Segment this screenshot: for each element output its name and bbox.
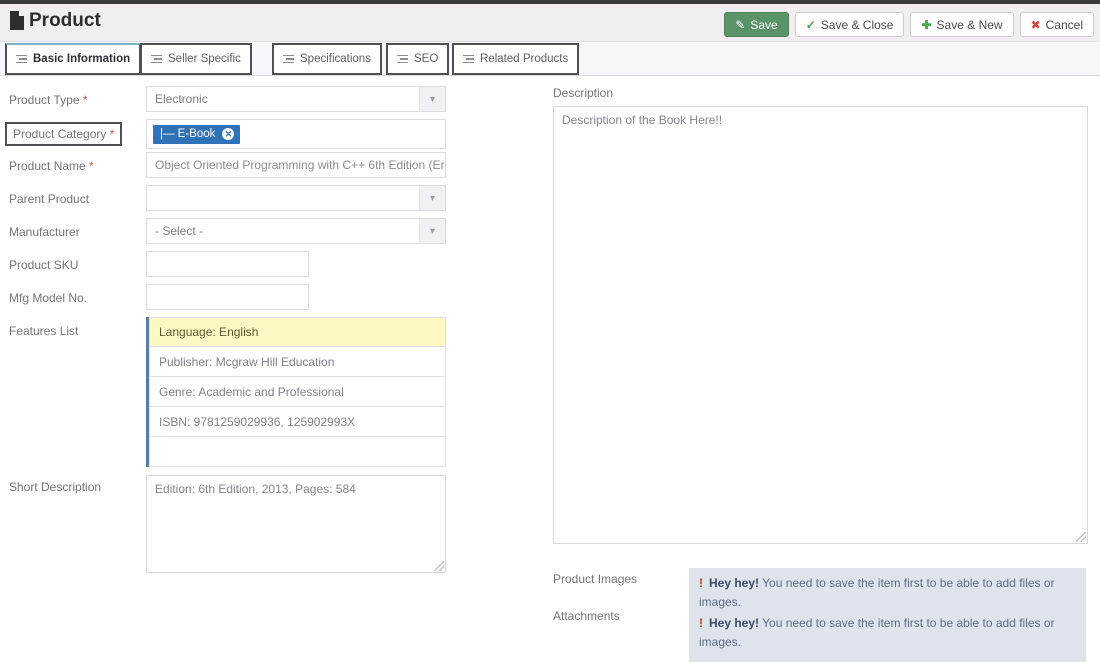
mfg-model-no-label: Mfg Model No. (9, 291, 88, 305)
field-parent-product: Parent Product ▾ (0, 185, 540, 218)
field-product-type: Product Type * Electronic ▾ (0, 86, 540, 119)
short-description-value: Edition: 6th Edition, 2013, Pages: 584 (155, 482, 356, 496)
description-value: Description of the Book Here!! (562, 113, 723, 127)
description-panel: Description Description of the Book Here… (553, 86, 1100, 623)
document-icon (10, 11, 24, 30)
mfg-model-no-input[interactable] (146, 284, 309, 310)
product-category-label: Product Category * (5, 122, 123, 146)
save-and-new-button[interactable]: ✚ Save & New (910, 12, 1014, 37)
list-item[interactable]: Genre: Academic and Professional (149, 377, 446, 407)
product-type-label: Product Type * (9, 93, 88, 107)
save-button[interactable]: ✎ Save (724, 12, 789, 37)
resize-grip-icon[interactable] (434, 561, 444, 571)
resize-grip-icon[interactable] (1076, 532, 1086, 542)
manufacturer-label: Manufacturer (9, 225, 80, 239)
edit-icon: ✎ (735, 17, 746, 32)
tab-specifications-label: Specifications (300, 53, 371, 65)
list-item[interactable]: Language: English (149, 317, 446, 347)
product-category-token-label: |— E-Book (160, 128, 216, 140)
product-images-label: Product Images (553, 572, 638, 586)
header-toolbar: ✎ Save ✓ Save & Close ✚ Save & New ✖ Can… (724, 12, 1094, 37)
parent-product-label: Parent Product (9, 192, 90, 206)
check-icon: ✓ (805, 17, 816, 32)
save-and-close-label: Save & Close (820, 17, 894, 32)
tab-seller-specific-label: Seller Specific (168, 53, 241, 65)
plus-icon: ✚ (921, 17, 932, 32)
page-header: Product ✎ Save ✓ Save & Close ✚ Save & N… (0, 4, 1100, 42)
save-button-label: Save (750, 17, 778, 32)
list-item[interactable]: Publisher: Mcgraw Hill Education (149, 347, 446, 377)
chevron-down-icon[interactable]: ▾ (419, 186, 445, 210)
features-list: Language: English Publisher: Mcgraw Hill… (146, 317, 446, 467)
list-icon (283, 54, 294, 64)
tab-bar: Basic Information Seller Specific Specif… (0, 43, 1100, 76)
alerts-container: ! Hey hey! You need to save the item firs… (689, 568, 1086, 662)
remove-token-icon[interactable]: ✕ (222, 128, 235, 140)
basic-information-form: Product Type * Electronic ▾ Product Cate… (0, 86, 540, 585)
manufacturer-select[interactable]: - Select - ▾ (146, 218, 446, 244)
description-label: Description (553, 86, 614, 100)
product-category-token: |— E-Book ✕ (153, 124, 241, 144)
product-type-value: Electronic (155, 92, 208, 106)
field-product-category: Product Category * |— E-Book ✕ (0, 119, 540, 152)
cancel-button-label: Cancel (1045, 17, 1083, 32)
product-name-label: Product Name * (9, 159, 94, 173)
tab-seller-specific[interactable]: Seller Specific (140, 43, 252, 75)
chevron-down-icon[interactable]: ▾ (419, 87, 445, 111)
field-product-name: Product Name * Object Oriented Programmi… (0, 152, 540, 185)
tab-basic-information[interactable]: Basic Information (5, 43, 142, 75)
field-short-description: Short Description Edition: 6th Edition, … (0, 475, 540, 585)
list-icon (463, 54, 474, 64)
description-textarea[interactable]: Description of the Book Here!! (553, 106, 1088, 544)
product-name-input[interactable]: Object Oriented Programming with C++ 6th… (146, 152, 446, 178)
field-manufacturer: Manufacturer - Select - ▾ (0, 218, 540, 251)
tab-seo-label: SEO (414, 53, 439, 65)
short-description-label: Short Description (9, 480, 102, 494)
field-features-list: Features List Language: English Publishe… (0, 317, 540, 475)
product-name-value: Object Oriented Programming with C++ 6th… (155, 158, 445, 172)
exclamation-icon: ! (699, 616, 703, 630)
features-list-label: Features List (9, 324, 79, 338)
short-description-textarea[interactable]: Edition: 6th Edition, 2013, Pages: 584 (146, 475, 446, 573)
exclamation-icon: ! (699, 576, 703, 590)
page-title: Product (29, 10, 101, 31)
chevron-down-icon[interactable]: ▾ (419, 219, 445, 243)
cancel-icon: ✖ (1030, 17, 1041, 32)
list-icon (16, 54, 27, 64)
list-item[interactable]: ISBN: 9781259029936, 125902993X (149, 407, 446, 437)
attachments-alert: ! Hey hey! You need to save the item firs… (699, 614, 1076, 652)
save-and-new-label: Save & New (936, 17, 1003, 32)
manufacturer-value: - Select - (155, 224, 204, 238)
product-category-tokenfield[interactable]: |— E-Book ✕ (146, 119, 446, 149)
product-sku-label: Product SKU (9, 258, 79, 272)
product-images-alert: ! Hey hey! You need to save the item firs… (699, 574, 1076, 612)
list-icon (151, 54, 162, 64)
tab-specifications[interactable]: Specifications (272, 43, 382, 75)
list-icon (397, 54, 408, 64)
alert-strong: Hey hey! (709, 576, 760, 590)
parent-product-select[interactable]: ▾ (146, 185, 446, 211)
field-product-sku: Product SKU (0, 251, 540, 284)
tab-related-products[interactable]: Related Products (452, 43, 580, 75)
tab-seo[interactable]: SEO (386, 43, 450, 75)
product-sku-input[interactable] (146, 251, 309, 277)
tab-basic-information-label: Basic Information (33, 53, 131, 65)
tab-related-products-label: Related Products (480, 53, 569, 65)
list-item[interactable] (149, 437, 446, 467)
save-and-close-button[interactable]: ✓ Save & Close (794, 12, 905, 37)
product-type-select[interactable]: Electronic ▾ (146, 86, 446, 112)
field-mfg-model-no: Mfg Model No. (0, 284, 540, 317)
alert-strong: Hey hey! (709, 616, 760, 630)
cancel-button[interactable]: ✖ Cancel (1019, 12, 1094, 37)
attachments-label: Attachments (553, 609, 620, 623)
